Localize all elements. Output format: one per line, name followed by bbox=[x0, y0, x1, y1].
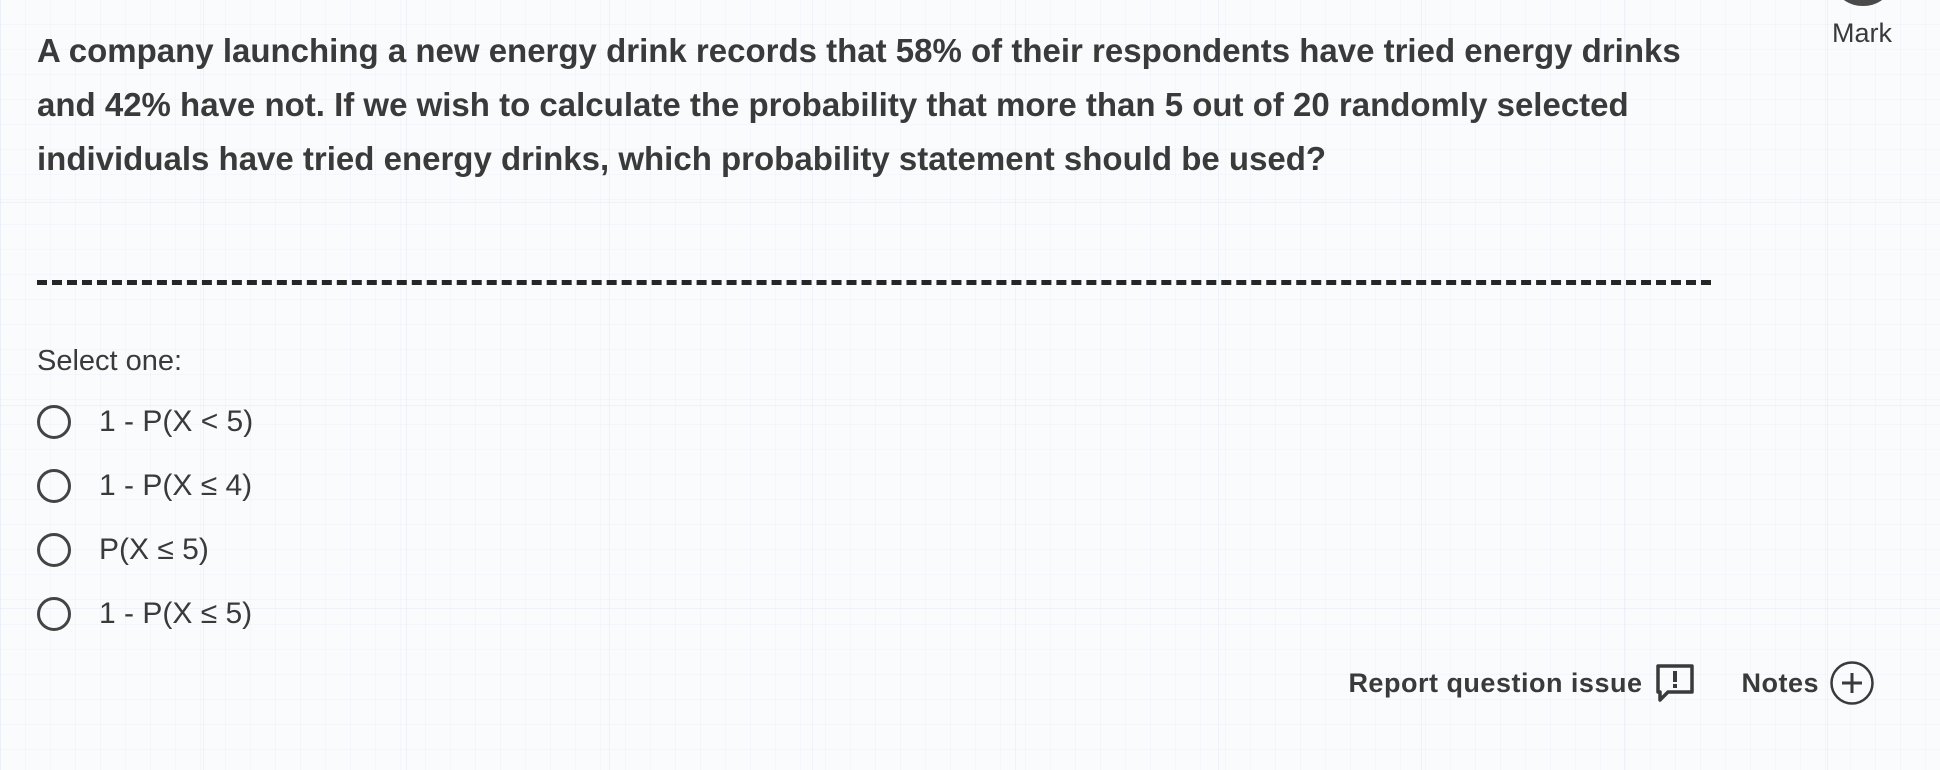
mark-control[interactable]: Mark bbox=[1812, 0, 1912, 60]
answer-option-label: 1 - P(X < 5) bbox=[99, 405, 254, 438]
radio-button[interactable] bbox=[37, 533, 71, 567]
mark-flag-icon[interactable] bbox=[1838, 0, 1888, 6]
notes-label: Notes bbox=[1741, 667, 1819, 698]
answer-option-4[interactable]: 1 - P(X ≤ 5) bbox=[37, 582, 253, 646]
answer-option-label: 1 - P(X ≤ 5) bbox=[99, 597, 253, 630]
dashed-divider bbox=[37, 280, 1711, 285]
answer-options: 1 - P(X < 5) 1 - P(X ≤ 4) P(X ≤ 5) 1 - P… bbox=[37, 390, 253, 646]
plus-circle-icon bbox=[1830, 661, 1874, 705]
report-question-issue-button[interactable]: Report question issue bbox=[1348, 662, 1696, 704]
radio-button[interactable] bbox=[37, 597, 71, 631]
answer-option-label: P(X ≤ 5) bbox=[99, 533, 209, 566]
radio-button[interactable] bbox=[37, 405, 71, 439]
report-question-issue-label: Report question issue bbox=[1348, 667, 1643, 698]
answer-option-1[interactable]: 1 - P(X < 5) bbox=[37, 390, 253, 454]
notes-button[interactable]: Notes bbox=[1741, 660, 1875, 706]
question-text: A company launching a new energy drink r… bbox=[37, 32, 1681, 177]
question-footer: Report question issue Notes bbox=[1348, 660, 1875, 706]
select-one-label: Select one: bbox=[37, 345, 183, 377]
radio-button[interactable] bbox=[37, 469, 71, 503]
answer-option-3[interactable]: P(X ≤ 5) bbox=[37, 518, 253, 582]
answer-option-label: 1 - P(X ≤ 4) bbox=[99, 469, 253, 502]
answer-option-2[interactable]: 1 - P(X ≤ 4) bbox=[37, 454, 253, 518]
report-flag-icon bbox=[1656, 664, 1695, 702]
mark-label: Mark bbox=[1832, 18, 1892, 48]
